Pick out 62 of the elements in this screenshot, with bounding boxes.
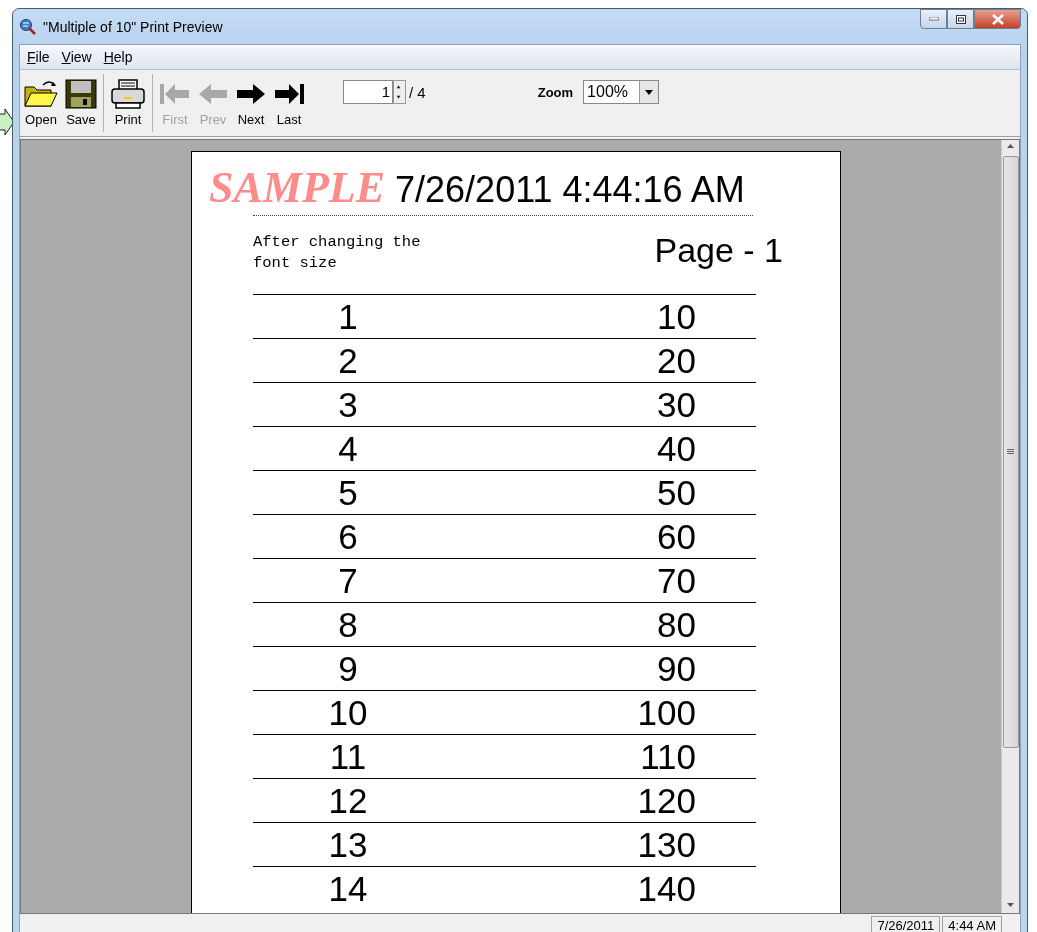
table-cell: 10 (253, 690, 443, 735)
printer-icon (110, 79, 146, 109)
close-icon (991, 13, 1004, 25)
table-cell: 14 (253, 866, 443, 910)
table-cell: 90 (443, 646, 756, 691)
vertical-scrollbar[interactable] (1001, 140, 1019, 913)
minimize-button[interactable] (920, 9, 947, 29)
report-note: After changing the font size (253, 232, 422, 274)
zoom-dropdown[interactable]: 100% (583, 80, 660, 104)
toolbar-button[interactable]: Print (107, 79, 149, 127)
table-cell: 70 (443, 558, 756, 603)
watermark: SAMPLE (209, 162, 386, 213)
toolbar-button[interactable]: Save (62, 79, 100, 127)
table-cell: 60 (443, 514, 756, 559)
table-cell: 11 (253, 734, 443, 779)
scroll-down-icon[interactable] (1007, 901, 1014, 909)
minimize-icon (928, 17, 939, 21)
table-cell: 10 (443, 294, 756, 339)
menu-item[interactable]: File (22, 49, 55, 65)
table-cell: 40 (443, 426, 756, 471)
table-cell: 110 (443, 734, 756, 779)
table-cell: 30 (443, 382, 756, 427)
table-cell: 8 (253, 602, 443, 647)
callout-arrow-icon (0, 108, 15, 136)
status-date: 7/26/2011 (871, 915, 941, 932)
maximize-icon (955, 14, 966, 24)
table-cell: 4 (253, 426, 443, 471)
timestamp: 7/26/2011 4:44:16 AM (395, 169, 745, 211)
folder-icon (23, 79, 59, 109)
page-number-field[interactable]: 1 (343, 80, 393, 104)
page-total: / 4 (409, 83, 426, 101)
table-cell: 120 (443, 778, 756, 823)
toolbar-button[interactable]: Next (232, 79, 270, 127)
table-cell: 6 (253, 514, 443, 559)
close-button[interactable] (974, 9, 1021, 29)
page-label: Page - 1 (654, 231, 783, 271)
status-time: 4:44 AM (942, 915, 1002, 932)
table-cell: 9 (253, 646, 443, 691)
menu-item[interactable]: View (56, 49, 97, 65)
table-cell: 130 (443, 822, 756, 867)
table-cell: 100 (443, 690, 756, 735)
app-icon (19, 17, 37, 36)
table-cell: 20 (443, 338, 756, 383)
table-cell: 50 (443, 470, 756, 515)
table-cell: 2 (253, 338, 443, 383)
table-cell: 5 (253, 470, 443, 515)
maximize-button[interactable] (947, 9, 974, 29)
zoom-label: Zoom (537, 84, 574, 100)
grip-icon (1007, 449, 1014, 455)
table-cell: 7 (253, 558, 443, 603)
table-cell: 13 (253, 822, 443, 867)
table-cell: 3 (253, 382, 443, 427)
toolbar-button[interactable]: Open (20, 79, 62, 127)
table-cell: 140 (443, 866, 756, 910)
table-cell: 80 (443, 602, 756, 647)
table-cell: 1 (253, 294, 443, 339)
table-cell: 12 (253, 778, 443, 823)
window-title: "Multiple of 10" Print Preview (43, 18, 223, 35)
dropdown-arrow-icon (645, 89, 654, 95)
menu-item[interactable]: Help (98, 49, 138, 65)
page-spinner[interactable] (393, 80, 406, 104)
toolbar-button[interactable]: Last (270, 79, 308, 127)
